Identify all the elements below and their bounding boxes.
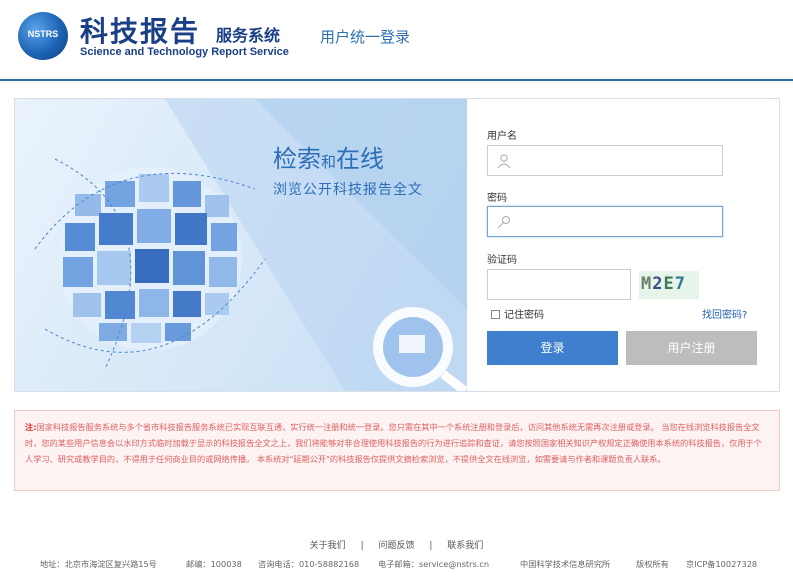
header-divider	[0, 79, 793, 81]
captcha-char: 2	[652, 274, 664, 294]
notice-prefix: 注:	[25, 422, 37, 432]
notice-body: 国家科技报告服务系统与多个省市科技报告服务系统已实现互联互通，实行统一注册和统一…	[25, 422, 762, 464]
captcha-input[interactable]	[494, 274, 624, 296]
username-field[interactable]	[487, 145, 723, 176]
password-field[interactable]	[487, 206, 723, 237]
footer-phone: 咨询电话：010-58882168	[258, 559, 360, 569]
captcha-label: 验证码	[487, 255, 517, 266]
globe-illustration-icon	[34, 99, 467, 391]
captcha-field[interactable]	[487, 269, 631, 300]
login-panel: 检索和在线 浏览公开科技报告全文 用户名 密码 验证码 M2E7 记住密码 找回…	[14, 98, 780, 392]
unified-login-label: 用户统一登录	[320, 28, 411, 46]
logo-subtitle: Science and Technology Report Service	[80, 46, 289, 58]
banner-title-part2: 和	[321, 153, 337, 171]
footer-postcode: 邮编：100038	[186, 559, 242, 569]
notice-box: 注:国家科技报告服务系统与多个省市科技报告服务系统已实现互联互通，实行统一注册和…	[14, 410, 780, 491]
footer-link-feedback[interactable]: 问题反馈	[378, 541, 414, 551]
notice-text: 注:国家科技报告服务系统与多个省市科技报告服务系统已实现互联互通，实行统一注册和…	[25, 419, 769, 467]
banner-title: 检索和在线	[273, 139, 384, 174]
remember-password-checkbox[interactable]: 记住密码	[491, 306, 544, 321]
footer-separator: |	[429, 541, 433, 551]
forgot-password-link[interactable]: 找回密码?	[702, 306, 747, 321]
footer-link-contact[interactable]: 联系我们	[447, 541, 483, 551]
remember-password-label: 记住密码	[504, 310, 544, 321]
page-header: NSTRS 科技报告 服务系统 Science and Technology R…	[0, 0, 793, 80]
footer-email: 电子邮箱：service@nstrs.cn	[378, 559, 490, 569]
captcha-image[interactable]: M2E7	[639, 271, 699, 299]
banner-title-part3: 在线	[336, 145, 385, 173]
footer-icp: 京ICP备10027328	[686, 559, 758, 569]
login-button[interactable]: 登录	[487, 331, 618, 365]
banner-subtitle: 浏览公开科技报告全文	[273, 182, 423, 198]
logo-title-small: 服务系统	[216, 26, 281, 45]
password-input[interactable]	[518, 211, 716, 233]
captcha-char: M	[641, 274, 653, 294]
logo-title: 科技报告	[80, 15, 201, 48]
captcha-char: E	[663, 274, 675, 294]
footer-links: 关于我们 | 问题反馈 | 联系我们	[0, 538, 793, 551]
footer-address: 地址：北京市海淀区复兴路15号	[40, 559, 157, 569]
footer-link-about[interactable]: 关于我们	[310, 541, 346, 551]
banner-title-part1: 检索	[273, 145, 321, 173]
password-label: 密码	[487, 193, 507, 204]
checkbox-icon[interactable]	[491, 310, 500, 319]
register-button[interactable]: 用户注册	[626, 331, 757, 365]
user-icon	[497, 154, 511, 169]
login-form: 用户名 密码 验证码 M2E7 记住密码 找回密码? 登录 用户注册	[487, 99, 777, 391]
captcha-char: 7	[674, 274, 686, 294]
footer-separator: |	[360, 541, 364, 551]
promo-banner: 检索和在线 浏览公开科技报告全文	[15, 99, 467, 391]
username-label: 用户名	[487, 131, 517, 142]
key-icon	[497, 216, 510, 229]
username-input[interactable]	[518, 150, 716, 172]
nstrs-logo-icon: NSTRS	[18, 12, 68, 60]
footer-copyright: 版权所有	[636, 559, 669, 569]
logo-badge-text: NSTRS	[27, 29, 59, 39]
footer-institute: 中国科学技术信息研究所	[520, 559, 611, 569]
